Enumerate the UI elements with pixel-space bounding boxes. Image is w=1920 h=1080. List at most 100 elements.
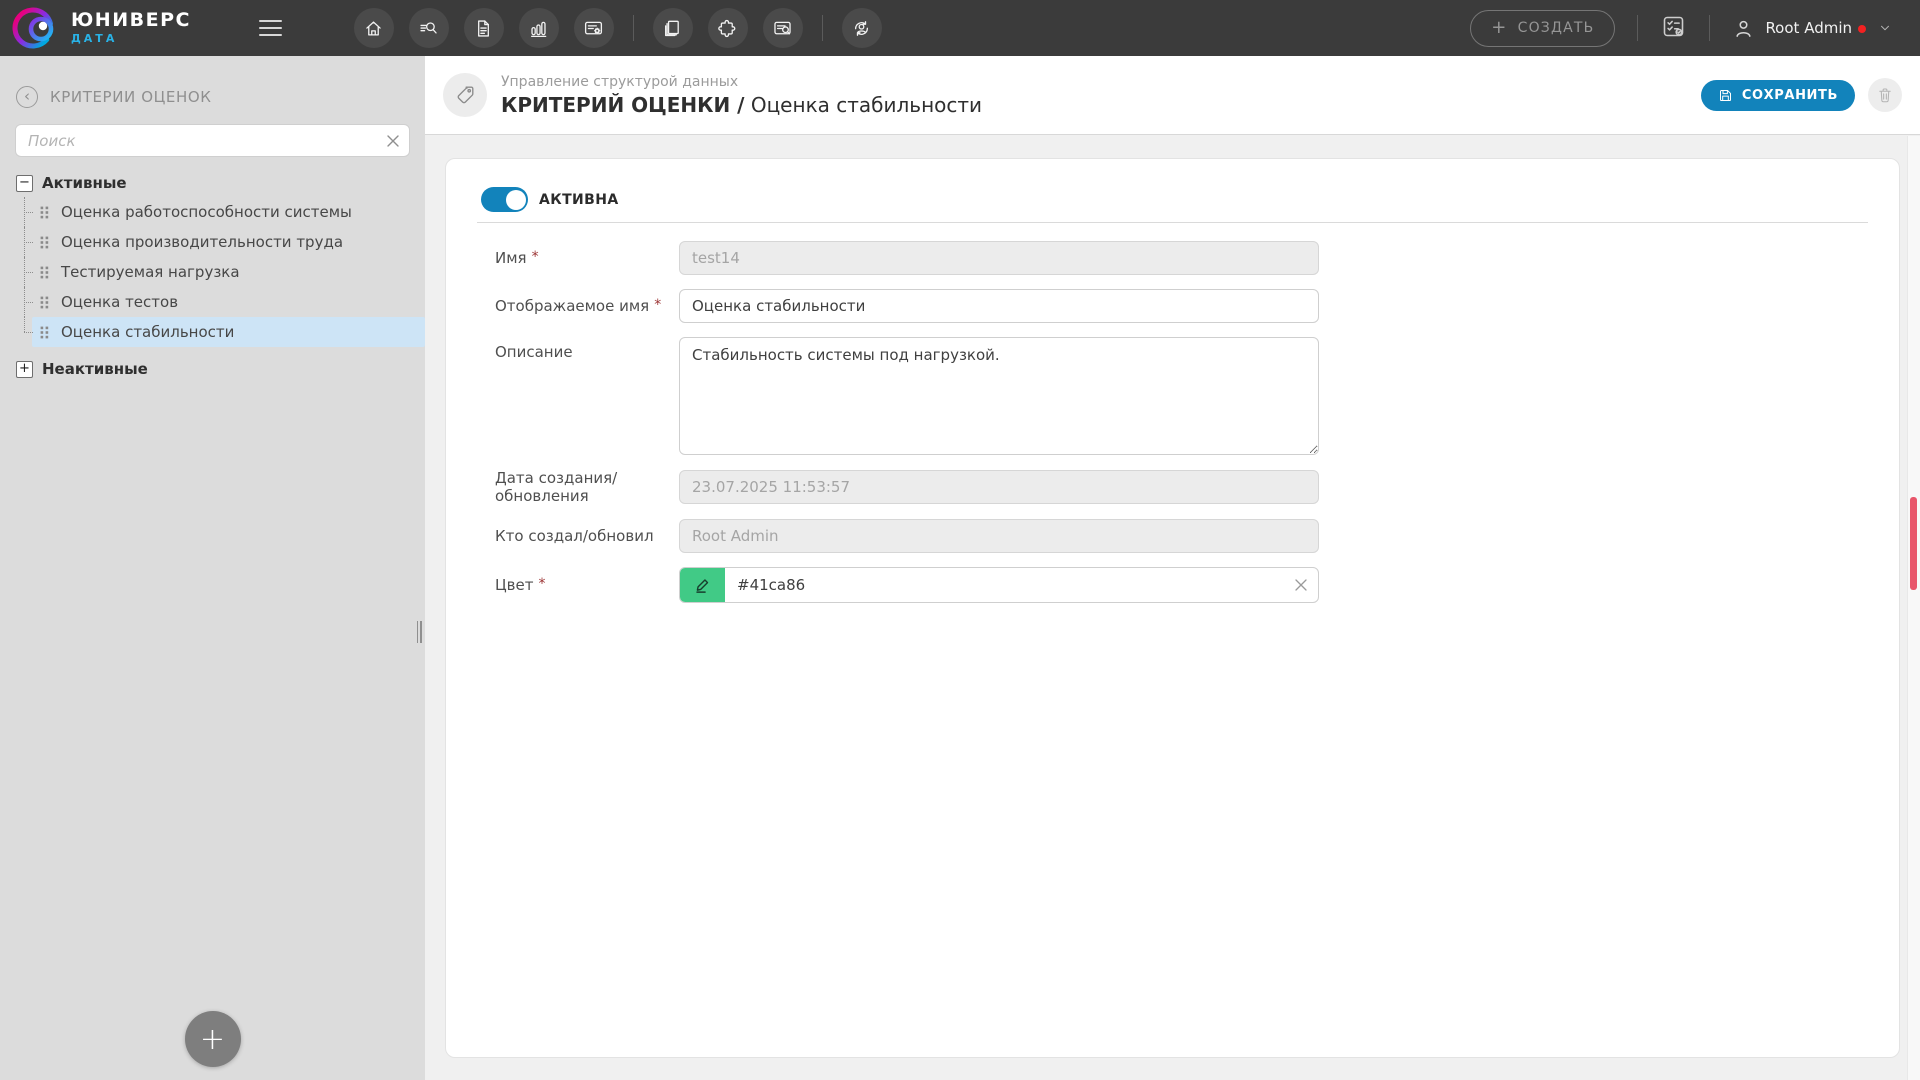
brand-name: ЮНИВЕРС xyxy=(71,11,191,31)
criterion-form-card: АКТИВНА Имя* Отображаемое имя* Описание … xyxy=(445,158,1900,1058)
sidebar-search xyxy=(15,124,410,157)
display-name-field[interactable] xyxy=(679,289,1319,323)
chevron-left-icon: ‹ xyxy=(24,89,30,104)
notification-dot xyxy=(1858,25,1866,33)
drag-handle-icon[interactable] xyxy=(40,296,49,309)
user-sync-icon[interactable] xyxy=(842,8,882,48)
sidebar-resize-handle[interactable] xyxy=(415,619,424,645)
color-clear-icon[interactable] xyxy=(1284,568,1318,602)
page-title-item: Оценка стабильности xyxy=(751,93,982,117)
search-lines-icon[interactable] xyxy=(409,8,449,48)
drag-handle-icon[interactable] xyxy=(40,326,49,339)
save-button[interactable]: СОХРАНИТЬ xyxy=(1701,80,1855,111)
created-by-field[interactable] xyxy=(679,519,1319,553)
created-date-field[interactable] xyxy=(679,470,1319,504)
menu-hamburger-icon[interactable] xyxy=(253,14,288,43)
form-divider xyxy=(477,222,1868,223)
delete-button[interactable] xyxy=(1868,78,1902,112)
plus-icon: + xyxy=(200,1022,225,1057)
stacked-pages-icon[interactable] xyxy=(653,8,693,48)
puzzle-icon[interactable] xyxy=(708,8,748,48)
task-checklist-icon[interactable] xyxy=(1660,13,1687,44)
form-row-name: Имя* xyxy=(495,241,1868,275)
content-area: АКТИВНА Имя* Отображаемое имя* Описание … xyxy=(425,135,1920,1058)
tree-item-label: Оценка производительности труда xyxy=(61,233,343,251)
tree-item-label: Тестируемая нагрузка xyxy=(61,263,240,281)
trash-icon xyxy=(1876,86,1894,104)
card-search-icon[interactable] xyxy=(763,8,803,48)
nav-divider xyxy=(633,15,634,41)
tree-item[interactable]: Тестируемая нагрузка xyxy=(16,257,425,287)
search-input[interactable] xyxy=(15,124,410,157)
topbar-right: + СОЗДАТЬ Root Admin xyxy=(1470,10,1892,47)
app-logo[interactable]: ЮНИВЕРС ДАТА xyxy=(12,5,191,51)
tree-item[interactable]: Оценка тестов xyxy=(16,287,425,317)
color-picker-control xyxy=(679,567,1319,603)
univers-logo-icon xyxy=(12,5,58,51)
tree-group-label: Активные xyxy=(42,174,127,192)
form-row-description: Описание Стабильность системы под нагруз… xyxy=(495,337,1868,455)
drag-handle-icon[interactable] xyxy=(40,236,49,249)
topbar-divider xyxy=(1637,15,1638,41)
home-icon[interactable] xyxy=(354,8,394,48)
sidebar-title: КРИТЕРИИ ОЦЕНОК xyxy=(50,88,211,106)
color-value-field[interactable] xyxy=(725,568,1284,602)
tree-item[interactable]: Оценка работоспособности системы xyxy=(16,197,425,227)
tree-group-inactive[interactable]: + Неактивные xyxy=(16,355,425,383)
active-toggle-row: АКТИВНА xyxy=(481,187,1868,212)
page-title: КРИТЕРИЙ ОЦЕНКИ / Оценка стабильности xyxy=(501,92,982,118)
drag-handle-icon[interactable] xyxy=(40,206,49,219)
tree-item[interactable]: Оценка производительности труда xyxy=(16,227,425,257)
tree-group-active[interactable]: − Активные xyxy=(16,169,425,197)
name-field[interactable] xyxy=(679,241,1319,275)
field-label: Дата создания/обновления xyxy=(495,469,679,505)
collapse-expander-icon[interactable]: − xyxy=(16,175,33,192)
criterion-form: Имя* Отображаемое имя* Описание Стабильн… xyxy=(495,241,1868,603)
drag-handle-icon[interactable] xyxy=(40,266,49,279)
user-name: Root Admin xyxy=(1765,19,1852,37)
sidebar-header: ‹ КРИТЕРИИ ОЦЕНОК xyxy=(0,56,425,108)
field-label: Цвет* xyxy=(495,576,679,594)
create-button[interactable]: + СОЗДАТЬ xyxy=(1470,10,1615,47)
topbar: ЮНИВЕРС ДАТА xyxy=(0,0,1920,56)
required-marker: * xyxy=(654,297,661,313)
add-criterion-button[interactable]: + xyxy=(185,1011,241,1067)
bar-chart-icon[interactable] xyxy=(519,8,559,48)
tree-item-selected[interactable]: Оценка стабильности xyxy=(16,317,425,347)
collapse-sidebar-icon[interactable]: ‹ xyxy=(16,86,38,108)
brand-text: ЮНИВЕРС ДАТА xyxy=(71,11,191,44)
form-row-created-by: Кто создал/обновил xyxy=(495,519,1868,553)
primary-nav xyxy=(354,8,882,48)
breadcrumb: Управление структурой данных xyxy=(501,73,982,91)
main-panel: Управление структурой данных КРИТЕРИЙ ОЦ… xyxy=(425,56,1920,1080)
active-toggle[interactable] xyxy=(481,187,528,212)
criteria-sidebar: ‹ КРИТЕРИИ ОЦЕНОК − Активные Оценка рабо… xyxy=(0,56,425,1080)
description-field[interactable]: Стабильность системы под нагрузкой. xyxy=(679,337,1319,455)
required-marker: * xyxy=(538,576,545,592)
plus-icon: + xyxy=(1491,19,1507,37)
topbar-divider xyxy=(1709,15,1710,41)
search-clear-icon[interactable] xyxy=(380,128,406,154)
user-menu[interactable]: Root Admin xyxy=(1732,13,1892,44)
form-row-color: Цвет* xyxy=(495,567,1868,603)
main-scrollbar-thumb[interactable] xyxy=(1910,497,1917,590)
field-label: Описание xyxy=(495,337,679,361)
card-gear-icon[interactable] xyxy=(574,8,614,48)
field-label: Отображаемое имя* xyxy=(495,297,679,315)
main-scrollbar-track[interactable] xyxy=(1907,136,1920,1080)
page-header: Управление структурой данных КРИТЕРИЙ ОЦ… xyxy=(425,56,1920,135)
expand-expander-icon[interactable]: + xyxy=(16,361,33,378)
color-swatch-button[interactable] xyxy=(680,567,725,603)
toggle-knob xyxy=(506,190,526,210)
field-label: Кто создал/обновил xyxy=(495,527,679,545)
page-titles: Управление структурой данных КРИТЕРИЙ ОЦ… xyxy=(501,73,982,118)
nav-divider xyxy=(822,15,823,41)
form-row-display-name: Отображаемое имя* xyxy=(495,289,1868,323)
chevron-down-icon xyxy=(1878,21,1892,35)
document-icon[interactable] xyxy=(464,8,504,48)
required-marker: * xyxy=(532,249,539,265)
page-title-entity: КРИТЕРИЙ ОЦЕНКИ / xyxy=(501,93,744,117)
tree-group-label: Неактивные xyxy=(42,360,148,378)
pencil-icon xyxy=(694,577,711,594)
tag-icon xyxy=(454,84,476,106)
